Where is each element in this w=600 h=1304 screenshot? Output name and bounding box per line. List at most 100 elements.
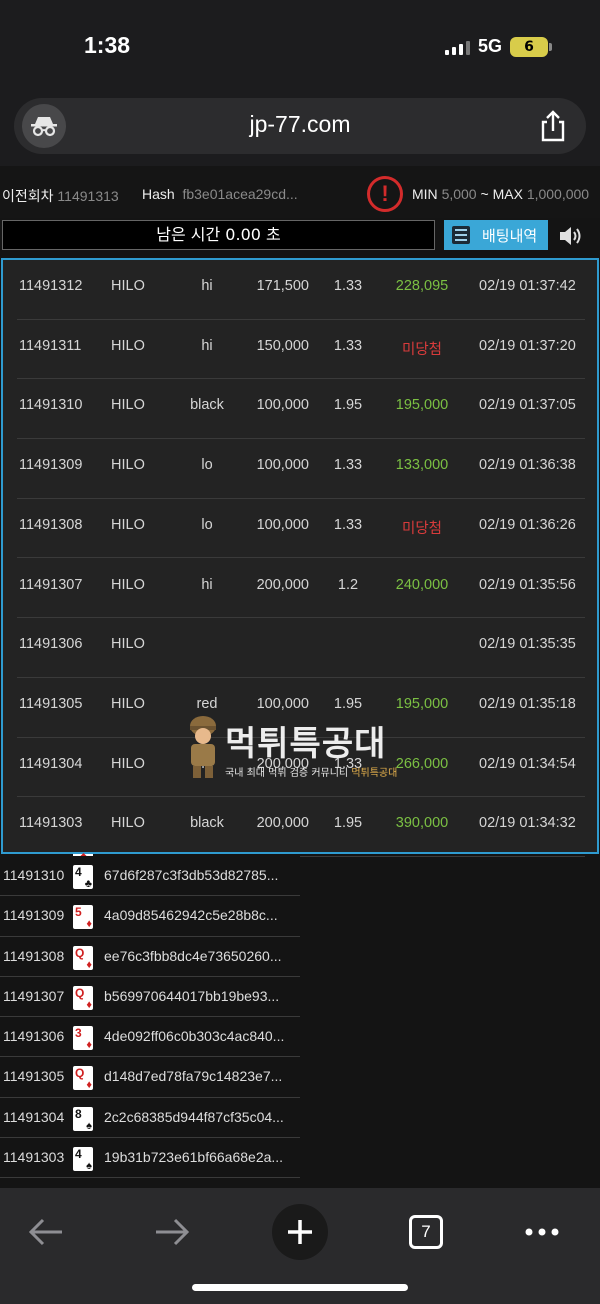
pick-cell: hi [201,576,213,593]
back-button[interactable] [18,1204,74,1260]
playing-card-icon: 3 ♦ [73,1026,93,1052]
list-item: 11491310 4 ♣ 67d6f287c3f3db53d82785... [0,856,300,897]
card-round: 11491310 [3,867,65,883]
game-cell: HILO [111,457,145,474]
card-round: 11491303 [3,1149,65,1166]
card-history-list: 11491310 4 ♣ 67d6f287c3f3db53d82785... 11491… [0,856,300,1179]
odds-cell: 1.33 [333,516,363,533]
odds-cell: 1.95 [333,815,363,832]
card-round: 11491305 [3,1068,65,1085]
speaker-icon[interactable] [558,224,584,248]
card-rank: 4 [75,865,82,879]
table-row: 11491303 HILO black 200,000 1.95 390,000 02/19… [17,797,585,857]
game-cell: HILO [111,695,145,712]
playing-card-icon: Q ♦ [73,945,93,971]
playing-card-icon: 4 ♠ [73,1147,93,1173]
previous-round: 이전회차 11491313 [2,186,119,206]
time-cell: 02/19 01:35:35 [479,636,576,653]
forward-button[interactable] [144,1204,200,1260]
result-cell: 195,000 [395,397,449,414]
url-text[interactable]: jp-77.com [14,111,586,138]
card-suit: ♣ [84,878,92,890]
amount-cell: 200,000 [256,755,309,772]
pick-cell: hi [201,337,213,354]
signal-icon [444,39,470,55]
new-tab-button[interactable] [272,1204,328,1260]
card-suit: ♦ [86,998,92,1011]
table-row: 11491310 HILO black 100,000 1.95 195,000 02/19… [17,379,585,440]
odds-cell: 1.33 [333,337,363,354]
result-cell: 266,000 [395,755,449,772]
min-value: 5,000 [441,186,477,202]
card-hash: 4de092ff06c0b303c4ac840... [104,1028,285,1045]
card-hash: 2c2c68385d944f87cf35c04... [104,1108,284,1125]
time-cell: 02/19 01:37:42 [479,278,576,294]
more-button[interactable] [514,1204,570,1260]
bet-history-panel: 11491312 HILO hi 171,500 1.33 228,095 02/19 01… [1,258,599,857]
previous-round-value: 11491313 [57,188,119,204]
remaining-time: 남은 시간 0.00 초 [2,220,435,250]
result-cell: 390,000 [395,815,449,832]
round-cell: 11491310 [19,397,83,414]
list-item: 11491303 4 ♠ 19b31b723e61bf66a68e2a... [0,1138,300,1179]
round-cell: 11491306 [19,636,83,653]
limit-separator: ~ [480,186,489,202]
pick-cell: red [196,695,218,712]
pick-cell: lo [201,457,213,474]
round-cell: 11491303 [19,815,83,832]
time-cell: 02/19 01:36:26 [479,516,576,533]
time-cell: 02/19 01:35:18 [479,695,576,712]
odds-cell: 1.33 [333,457,363,474]
alert-icon[interactable]: ! [367,176,403,212]
card-hash: b569970644017bb19be93... [104,987,280,1004]
list-item: 11491304 8 ♠ 2c2c68385d944f87cf35c04... [0,1097,300,1139]
time-cell: 02/19 01:34:54 [479,755,576,772]
round-cell: 11491307 [19,576,83,593]
card-hash: 67d6f287c3f3db53d82785... [104,867,279,883]
plus-icon [288,1220,312,1244]
amount-cell: 171,500 [256,278,309,294]
bet-history-button[interactable]: 배팅내역 [444,220,548,250]
game-cell: HILO [111,397,145,414]
card-suit: ♦ [86,1039,92,1052]
amount-cell: 100,000 [256,397,309,414]
tabs-button[interactable]: 7 [398,1204,454,1260]
table-row: 11491306 HILO 02/19 01:35:35 [17,618,585,678]
amount-cell: 100,000 [256,516,309,533]
address-bar[interactable]: jp-77.com [14,98,586,154]
result-cell: 228,095 [395,278,449,294]
odds-cell: 1.95 [333,695,363,712]
card-round: 11491306 [3,1028,65,1045]
table-row: 11491308 HILO lo 100,000 1.33 미당첨 02/19 01:36:… [17,499,585,559]
table-row: 11491305 HILO red 100,000 1.95 195,000 02/19 0… [17,678,585,738]
list-item: 11491309 5 ♦ 4a09d85462942c5e28b8c... [0,896,300,937]
max-value: 1,000,000 [526,186,590,202]
card-round: 11491308 [3,947,65,964]
playing-card-icon: 5 ♦ [73,905,93,930]
more-icon [525,1228,559,1236]
status-indicators: 5G 6 [444,36,552,57]
card-round: 11491309 [3,907,65,924]
card-rank: 3 [75,1026,82,1041]
result-cell: 240,000 [395,576,449,593]
card-rank: 4 [75,1147,82,1162]
card-suit: ♠ [86,1160,92,1173]
card-rank: Q [75,945,85,960]
tabs-icon: 7 [409,1215,443,1249]
card-round: 11491304 [3,1108,65,1125]
odds-cell: 1.2 [337,576,359,593]
odds-cell: 1.33 [333,278,363,294]
playing-card-icon: 8 ♠ [73,1106,93,1132]
hash-label: Hash [142,186,175,202]
round-cell: 11491312 [19,278,83,294]
share-icon[interactable] [538,110,568,142]
pick-cell: hi [201,755,213,772]
playing-card-icon: Q ♦ [73,985,93,1011]
time-cell: 02/19 01:34:32 [479,815,576,832]
back-arrow-icon [28,1218,62,1246]
game-cell: HILO [111,576,145,593]
pick-cell: lo [201,516,213,533]
time-cell: 02/19 01:35:56 [479,576,576,593]
table-row: 11491311 HILO hi 150,000 1.33 미당첨 02/19 01:37:… [17,320,585,380]
amount-cell: 200,000 [256,576,309,593]
